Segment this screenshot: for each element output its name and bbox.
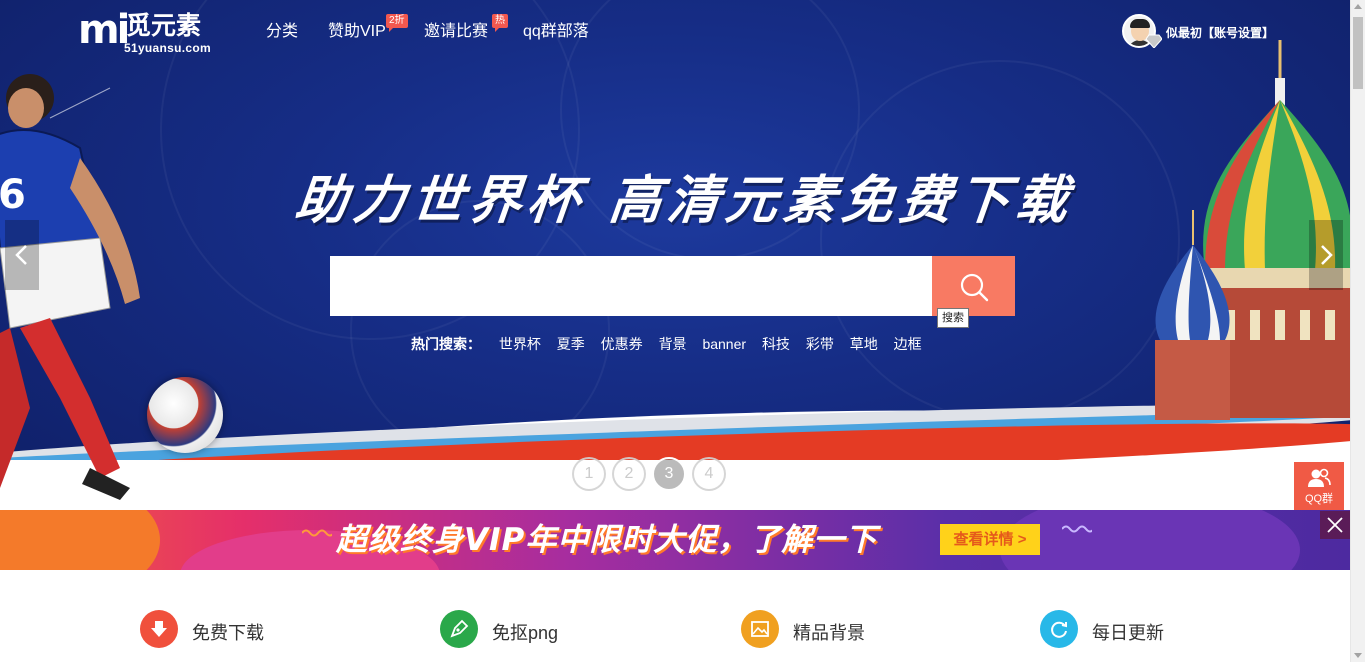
download-arrow-icon (151, 621, 167, 637)
search-field[interactable] (330, 256, 933, 316)
hot-tag[interactable]: 夏季 (557, 336, 585, 352)
nav-item-contest[interactable]: 邀请比赛 热 (424, 14, 508, 42)
discount-badge: 2折 (386, 14, 408, 32)
carousel-prev-button[interactable] (5, 220, 39, 290)
hot-searches-label: 热门搜索： (411, 336, 481, 352)
user-name[interactable]: 似最初【账号设置】 (1166, 24, 1274, 41)
logo-name: 觅元素 (126, 12, 202, 40)
diamond-icon (1146, 34, 1162, 48)
hot-tag[interactable]: 优惠券 (601, 336, 643, 352)
carousel-dot[interactable]: 4 (692, 457, 726, 491)
carousel-dot[interactable]: 1 (572, 457, 606, 491)
hot-tag[interactable]: banner (702, 336, 746, 352)
wave-decor-icon (1062, 525, 1092, 533)
promo-close-button[interactable] (1320, 511, 1350, 539)
chevron-right-icon (1321, 245, 1333, 265)
qq-group-label: QQ群 (1304, 493, 1334, 505)
picture-icon (751, 621, 769, 637)
hot-tag[interactable]: 世界杯 (499, 336, 541, 352)
bg-swirl (820, 60, 1180, 420)
hot-tag[interactable]: 草地 (850, 336, 878, 352)
close-icon (1327, 517, 1343, 533)
users-icon (1308, 468, 1331, 487)
feature-icon (741, 610, 779, 648)
feature-label: 精品背景 (793, 623, 865, 643)
top-nav: mi 觅元素 51yuansu.com 分类 赞助VIP 2折 邀请比赛 热 q… (0, 0, 1350, 64)
feature-label: 每日更新 (1092, 623, 1164, 643)
feature-icon (140, 610, 178, 648)
feature-label: 免费下载 (192, 623, 264, 643)
carousel-next-button[interactable] (1309, 220, 1343, 290)
decor-blob (1000, 510, 1300, 570)
search-input[interactable] (330, 256, 933, 316)
hot-searches: 热门搜索： 世界杯 夏季 优惠券 背景 banner 科技 彩带 草地 边框 (411, 334, 934, 354)
nav-item-vip[interactable]: 赞助VIP 2折 (328, 14, 408, 42)
search-button[interactable] (932, 256, 1015, 316)
qq-group-float-button[interactable]: QQ群 (1294, 462, 1344, 512)
nav-item-contest-label: 邀请比赛 (424, 23, 489, 40)
chevron-left-icon (15, 245, 27, 265)
nav-item-qq-group[interactable]: qq群部落 (523, 22, 589, 42)
nav-item-vip-label: 赞助VIP (328, 23, 386, 40)
wave-decor-icon (302, 529, 332, 537)
feature-label: 免抠png (492, 623, 559, 643)
hot-badge: 热 (492, 14, 508, 32)
svg-text:6: 6 (0, 172, 26, 218)
nav-item-category[interactable]: 分类 (266, 22, 298, 42)
search-tooltip: 搜索 (937, 308, 969, 328)
hot-tag[interactable]: 科技 (762, 336, 790, 352)
feature-icon (1040, 610, 1078, 648)
promo-text: 超级终身VIP年中限时大促，了解一下 (336, 522, 878, 558)
pen-nib-icon (450, 619, 469, 638)
scroll-thumb[interactable] (1353, 17, 1363, 89)
hero-banner: 6 mi 觅元素 51yuansu.com 分类 赞助VIP 2折 邀请比赛 热… (0, 0, 1350, 510)
scroll-up-icon[interactable] (1354, 4, 1362, 9)
decor-blob (0, 510, 160, 570)
hot-tag[interactable]: 边框 (894, 336, 922, 352)
site-logo[interactable]: mi 觅元素 51yuansu.com (78, 6, 228, 56)
scroll-down-icon[interactable] (1354, 653, 1362, 658)
hero-headline: 助力世界杯 高清元素免费下载 (292, 170, 1077, 231)
carousel-dot-active[interactable]: 3 (652, 457, 686, 491)
page: 6 mi 觅元素 51yuansu.com 分类 赞助VIP 2折 邀请比赛 热… (0, 0, 1365, 662)
logo-domain: 51yuansu.com (124, 41, 211, 55)
promo-banner[interactable]: 超级终身VIP年中限时大促，了解一下 (0, 510, 1350, 570)
soccer-ball-illustration (147, 377, 223, 453)
search-icon (960, 273, 989, 302)
hot-tag[interactable]: 背景 (659, 336, 687, 352)
logo-mark: mi (78, 7, 130, 53)
promo-details-button[interactable]: 查看详情 > (940, 524, 1040, 555)
carousel-dot[interactable]: 2 (612, 457, 646, 491)
refresh-icon (1051, 621, 1067, 638)
hot-tag[interactable]: 彩带 (806, 336, 834, 352)
page-scrollbar[interactable] (1350, 0, 1365, 662)
feature-icon (440, 610, 478, 648)
